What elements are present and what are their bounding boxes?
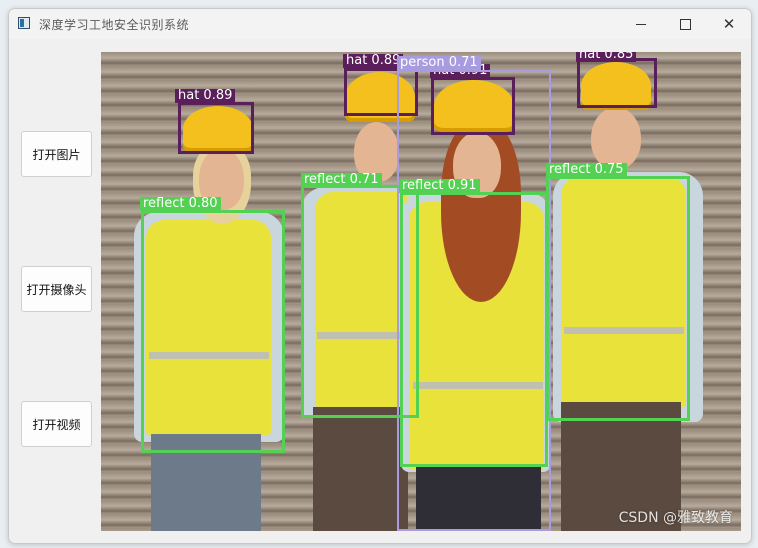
detection-label-reflect-4: reflect 0.75 xyxy=(546,163,627,177)
detection-label-reflect-3: reflect 0.91 xyxy=(399,179,480,193)
open-video-button[interactable]: 打开视频 xyxy=(21,401,92,447)
detection-label-hat-2: hat 0.89 xyxy=(343,54,404,68)
open-camera-button[interactable]: 打开摄像头 xyxy=(21,266,92,312)
detection-label-reflect-1: reflect 0.80 xyxy=(140,197,221,211)
minimize-button[interactable] xyxy=(619,9,663,39)
app-window: 深度学习工地安全识别系统 ✕ 打开图片 打开摄像头 打开视频 hat 0.89 … xyxy=(8,8,752,544)
watermark: CSDN @雅致教育 xyxy=(618,510,733,526)
close-button[interactable]: ✕ xyxy=(707,9,751,39)
detection-box-reflect-3 xyxy=(400,192,548,467)
detection-label-hat-1: hat 0.89 xyxy=(175,89,236,103)
detection-label-person: person 0.71 xyxy=(397,56,481,70)
detection-box-hat-1 xyxy=(178,102,254,154)
minimize-icon xyxy=(636,23,646,25)
detection-viewport: hat 0.89 hat 0.89 hat 0.91 hat 0.85 pers… xyxy=(101,52,741,531)
window-title: 深度学习工地安全识别系统 xyxy=(39,18,190,32)
app-icon xyxy=(18,17,30,29)
maximize-icon xyxy=(679,18,691,30)
close-icon: ✕ xyxy=(722,14,736,33)
maximize-button[interactable] xyxy=(663,9,707,39)
detection-label-hat-4: hat 0.85 xyxy=(576,52,637,62)
detection-label-reflect-2: reflect 0.71 xyxy=(301,173,382,187)
open-image-button[interactable]: 打开图片 xyxy=(21,131,92,177)
detection-box-reflect-1 xyxy=(141,210,285,453)
detection-box-reflect-4 xyxy=(546,176,690,421)
title-bar[interactable]: 深度学习工地安全识别系统 ✕ xyxy=(9,9,751,39)
detection-box-hat-4 xyxy=(577,58,657,108)
